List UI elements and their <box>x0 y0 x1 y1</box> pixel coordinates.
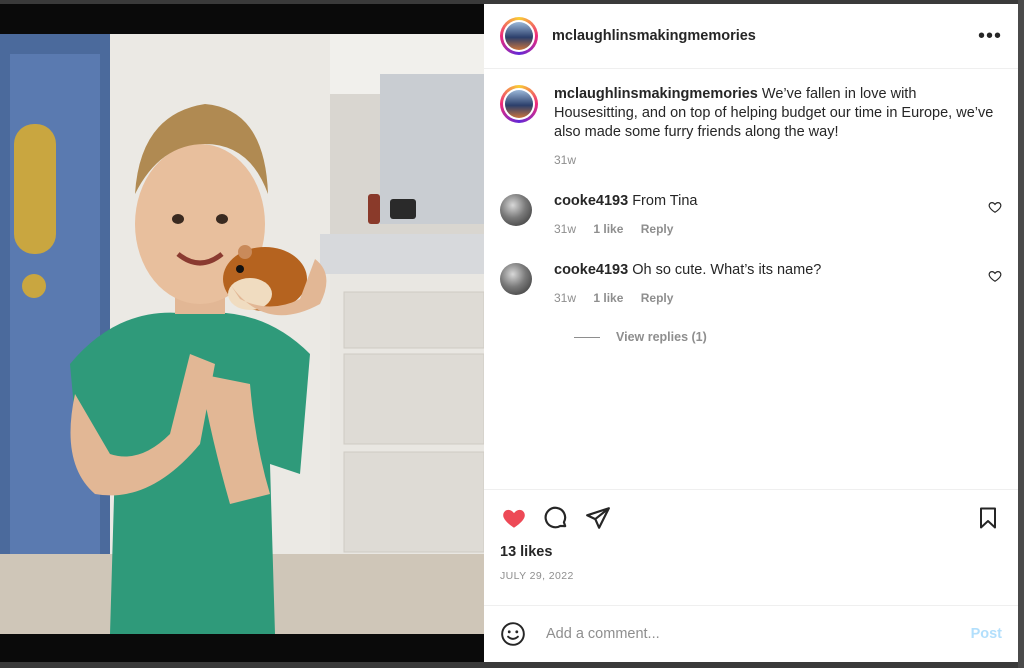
more-options-icon[interactable]: ••• <box>978 26 1002 46</box>
view-replies-divider <box>574 336 600 338</box>
paper-plane-icon[interactable] <box>584 504 612 532</box>
backdrop-bottom <box>0 662 1024 668</box>
commenter-username[interactable]: cooke4193 <box>554 193 628 209</box>
bookmark-icon[interactable] <box>974 504 1002 532</box>
caption-author[interactable]: mclaughlinsmakingmemories <box>554 86 758 102</box>
post-actions-section: 13 likes JULY 29, 2022 <box>484 489 1018 582</box>
add-comment-bar: Post <box>484 605 1018 662</box>
post-side-panel: mclaughlinsmakingmemories ••• mclaughlin… <box>484 4 1018 662</box>
comment-bubble-icon[interactable] <box>542 504 570 532</box>
view-replies-label: View replies (1) <box>616 330 707 344</box>
reply-button[interactable]: Reply <box>641 291 674 305</box>
comment-input[interactable] <box>544 625 938 643</box>
heart-outline-icon[interactable] <box>988 269 1002 283</box>
comment-item: cooke4193 Oh so cute. What’s its name? 3… <box>500 261 1002 308</box>
heart-outline-icon[interactable] <box>988 200 1002 214</box>
commenter-username[interactable]: cooke4193 <box>554 262 628 278</box>
comment-text: Oh so cute. What’s its name? <box>632 262 822 278</box>
caption-author-avatar[interactable] <box>500 85 538 123</box>
caption: mclaughlinsmakingmemories We’ve fallen i… <box>500 85 1002 170</box>
author-avatar[interactable] <box>500 17 538 55</box>
comment-text: From Tina <box>632 193 698 209</box>
commenter-avatar[interactable] <box>500 263 532 295</box>
comment-item: cooke4193 From Tina 31w 1 like Reply <box>500 192 1002 239</box>
author-username[interactable]: mclaughlinsmakingmemories <box>552 28 756 44</box>
post-button[interactable]: Post <box>971 626 1002 642</box>
view-replies-button[interactable]: View replies (1) <box>574 330 1002 344</box>
emoji-icon[interactable] <box>500 621 526 647</box>
comment-age[interactable]: 31w <box>554 291 576 305</box>
post-date[interactable]: JULY 29, 2022 <box>484 560 1018 582</box>
comment-body: cooke4193 From Tina 31w 1 like Reply <box>554 192 974 239</box>
comment-body: cooke4193 Oh so cute. What’s its name? 3… <box>554 261 974 308</box>
reply-button[interactable]: Reply <box>641 222 674 236</box>
comment-age[interactable]: 31w <box>554 222 576 236</box>
comment-like-count[interactable]: 1 like <box>593 291 623 305</box>
likes-count[interactable]: 13 likes <box>484 532 1018 560</box>
caption-body: mclaughlinsmakingmemories We’ve fallen i… <box>554 85 994 170</box>
commenter-avatar[interactable] <box>500 194 532 226</box>
post-header: mclaughlinsmakingmemories ••• <box>484 4 1018 69</box>
post-photo[interactable] <box>0 4 484 662</box>
comments-list: mclaughlinsmakingmemories We’ve fallen i… <box>484 69 1018 489</box>
action-bar <box>484 490 1018 532</box>
post-image <box>0 34 484 634</box>
comment-like-count[interactable]: 1 like <box>593 222 623 236</box>
backdrop-right <box>1018 0 1024 668</box>
caption-age[interactable]: 31w <box>554 153 576 167</box>
heart-filled-icon[interactable] <box>500 504 528 532</box>
